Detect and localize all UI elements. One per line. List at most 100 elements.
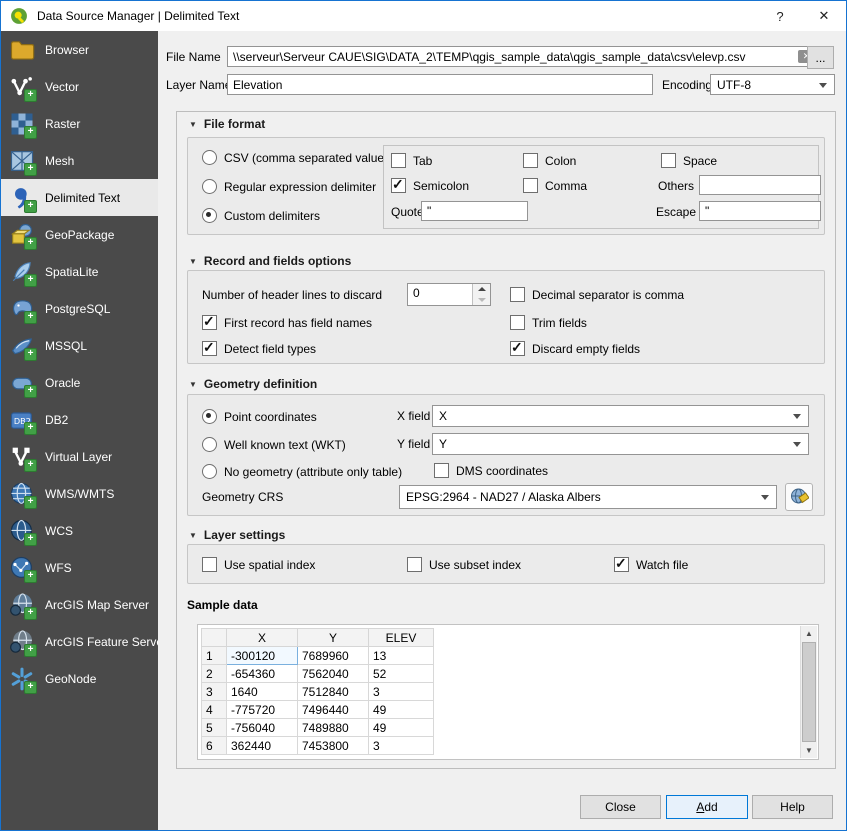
checkbox-comma[interactable]: Comma <box>523 178 587 193</box>
header-lines-spinner[interactable]: 0 <box>407 283 491 306</box>
globe-icon: + <box>8 480 36 508</box>
column-header-x[interactable]: X <box>227 629 298 647</box>
geometry-crs-select[interactable]: EPSG:2964 - NAD27 / Alaska Albers <box>399 485 777 509</box>
radio-custom-delimiters[interactable]: Custom delimiters <box>202 208 320 223</box>
scroll-down-icon[interactable]: ▼ <box>801 743 817 758</box>
sidebar-item-virtual-layer[interactable]: + Virtual Layer <box>1 438 158 475</box>
add-badge-icon: + <box>24 126 37 139</box>
geometry-header[interactable]: ▼ Geometry definition <box>189 377 317 391</box>
checkbox-watch-file[interactable]: Watch file <box>614 557 688 572</box>
file-format-header[interactable]: ▼ File format <box>189 117 265 131</box>
quote-input[interactable]: " <box>421 201 528 221</box>
file-name-input[interactable]: \\serveur\Serveur CAUE\SIG\DATA_2\TEMP\q… <box>227 46 821 67</box>
sidebar-item-browser[interactable]: Browser <box>1 31 158 68</box>
encoding-select[interactable]: UTF-8 <box>710 74 835 95</box>
collapse-triangle-icon: ▼ <box>189 531 197 540</box>
radio-custom-control[interactable] <box>202 208 217 223</box>
checkbox-watch-file-control[interactable] <box>614 557 629 572</box>
add-badge-icon: + <box>24 348 37 361</box>
records-header[interactable]: ▼ Record and fields options <box>189 254 351 268</box>
checkbox-dms[interactable]: DMS coordinates <box>434 463 548 478</box>
radio-wkt[interactable]: Well known text (WKT) <box>202 437 346 452</box>
checkbox-tab-control[interactable] <box>391 153 406 168</box>
scrollbar-thumb[interactable] <box>802 642 816 742</box>
sidebar-item-vector[interactable]: + Vector <box>1 68 158 105</box>
current-cell[interactable]: -300120 <box>227 647 298 665</box>
sidebar-item-geopackage[interactable]: + GeoPackage <box>1 216 158 253</box>
checkbox-detect-types-control[interactable] <box>202 341 217 356</box>
radio-csv-control[interactable] <box>202 150 217 165</box>
sidebar-item-mesh[interactable]: + Mesh <box>1 142 158 179</box>
mesh-triangles-icon: + <box>8 147 36 175</box>
checkbox-detect-types[interactable]: Detect field types <box>202 341 316 356</box>
close-titlebar-button[interactable]: ✕ <box>802 1 846 31</box>
close-button[interactable]: Close <box>580 795 661 819</box>
checkbox-trim-fields[interactable]: Trim fields <box>510 315 587 330</box>
vector-points-icon: + <box>8 73 36 101</box>
sidebar-item-mssql[interactable]: + MSSQL <box>1 327 158 364</box>
checkbox-first-record[interactable]: First record has field names <box>202 315 372 330</box>
select-crs-button[interactable] <box>785 483 813 511</box>
sidebar-item-wfs[interactable]: + WFS <box>1 549 158 586</box>
y-field-select[interactable]: Y <box>432 433 809 455</box>
radio-no-geometry[interactable]: No geometry (attribute only table) <box>202 464 402 479</box>
checkbox-trim-fields-control[interactable] <box>510 315 525 330</box>
checkbox-semicolon-control[interactable] <box>391 178 406 193</box>
radio-no-geometry-control[interactable] <box>202 464 217 479</box>
sidebar-item-arcgis-map-server[interactable]: + ArcGIS Map Server <box>1 586 158 623</box>
collapse-triangle-icon: ▼ <box>189 257 197 266</box>
geometry-crs-label: Geometry CRS <box>202 490 283 504</box>
radio-regex-control[interactable] <box>202 179 217 194</box>
sidebar-item-spatialite[interactable]: + SpatiaLite <box>1 253 158 290</box>
radio-regex-delimiter[interactable]: Regular expression delimiter <box>202 179 376 194</box>
checkbox-colon[interactable]: Colon <box>523 153 576 168</box>
checkbox-colon-control[interactable] <box>523 153 538 168</box>
sidebar-item-oracle[interactable]: + Oracle <box>1 364 158 401</box>
sidebar-item-wcs[interactable]: + WCS <box>1 512 158 549</box>
checkbox-decimal-comma-control[interactable] <box>510 287 525 302</box>
add-badge-icon: + <box>24 163 37 176</box>
column-header-elev[interactable]: ELEV <box>369 629 434 647</box>
spin-up-icon[interactable] <box>473 284 490 295</box>
others-input[interactable] <box>699 175 821 195</box>
add-button[interactable]: Add <box>666 795 748 819</box>
checkbox-spatial-index-control[interactable] <box>202 557 217 572</box>
radio-csv[interactable]: CSV (comma separated values) <box>202 150 394 165</box>
table-scrollbar[interactable]: ▲ ▼ <box>800 626 817 758</box>
sidebar-item-geonode[interactable]: + GeoNode <box>1 660 158 697</box>
checkbox-spatial-index[interactable]: Use spatial index <box>202 557 315 572</box>
browse-button[interactable]: ... <box>807 46 834 69</box>
sidebar-item-raster[interactable]: + Raster <box>1 105 158 142</box>
layer-name-input[interactable]: Elevation <box>227 74 653 95</box>
sidebar-item-db2[interactable]: DB2 + DB2 <box>1 401 158 438</box>
checkbox-first-record-control[interactable] <box>202 315 217 330</box>
add-badge-icon: + <box>24 274 37 287</box>
sidebar-item-wms-wmts[interactable]: + WMS/WMTS <box>1 475 158 512</box>
help-button[interactable]: Help <box>752 795 833 819</box>
checkbox-tab[interactable]: Tab <box>391 153 432 168</box>
x-field-select[interactable]: X <box>432 405 809 427</box>
sidebar-item-delimited-text[interactable]: + Delimited Text <box>1 179 158 216</box>
checkbox-discard-empty-control[interactable] <box>510 341 525 356</box>
column-header-y[interactable]: Y <box>298 629 369 647</box>
checkbox-space[interactable]: Space <box>661 153 717 168</box>
escape-input[interactable]: " <box>699 201 821 221</box>
checkbox-discard-empty[interactable]: Discard empty fields <box>510 341 640 356</box>
radio-point-coordinates[interactable]: Point coordinates <box>202 409 317 424</box>
checkbox-comma-control[interactable] <box>523 178 538 193</box>
radio-point-control[interactable] <box>202 409 217 424</box>
scroll-up-icon[interactable]: ▲ <box>801 626 817 641</box>
checkbox-decimal-comma[interactable]: Decimal separator is comma <box>510 287 684 302</box>
radio-wkt-control[interactable] <box>202 437 217 452</box>
elephant-icon: + <box>8 295 36 323</box>
sidebar-item-arcgis-feature-server[interactable]: + ArcGIS Feature Server <box>1 623 158 660</box>
checkbox-semicolon[interactable]: Semicolon <box>391 178 469 193</box>
sidebar-item-postgresql[interactable]: + PostgreSQL <box>1 290 158 327</box>
help-titlebar-button[interactable]: ? <box>758 1 802 31</box>
checkbox-subset-index-control[interactable] <box>407 557 422 572</box>
checkbox-dms-control[interactable] <box>434 463 449 478</box>
layer-settings-header[interactable]: ▼ Layer settings <box>189 528 285 542</box>
checkbox-space-control[interactable] <box>661 153 676 168</box>
checkbox-subset-index[interactable]: Use subset index <box>407 557 521 572</box>
spin-down-icon[interactable] <box>473 295 490 306</box>
